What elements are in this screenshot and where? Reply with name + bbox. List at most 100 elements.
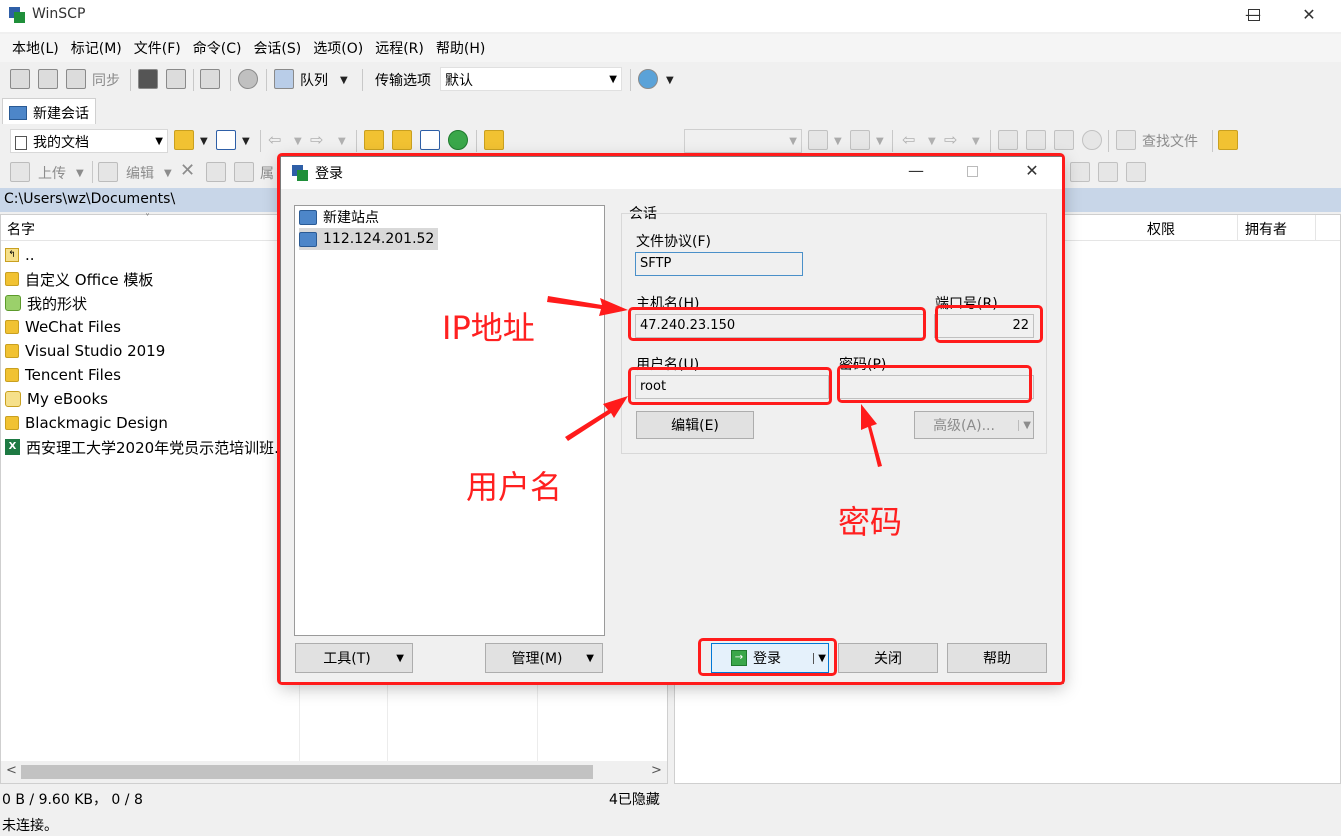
menu-remote[interactable]: 远程(R) <box>369 38 430 58</box>
parent-dir-icon[interactable] <box>364 130 384 150</box>
list-item[interactable]: WeChat Files <box>5 315 277 339</box>
home-icon[interactable] <box>1054 130 1074 150</box>
minus-icon[interactable] <box>1098 162 1118 182</box>
forward-icon[interactable]: ⇨ <box>310 130 323 149</box>
ebooks-folder-icon <box>5 391 21 407</box>
forward-icon[interactable]: ⇨ <box>944 130 957 149</box>
edit-icon[interactable] <box>98 162 118 182</box>
open-folder-icon[interactable] <box>174 130 194 150</box>
plus-icon[interactable] <box>1070 162 1090 182</box>
root-dir-icon[interactable] <box>392 130 412 150</box>
local-location-value: 我的文档 <box>33 135 89 151</box>
refresh-icon[interactable] <box>1082 130 1102 150</box>
compare-dirs-icon[interactable] <box>10 69 30 89</box>
close-window-button[interactable]: ✕ <box>1286 0 1332 32</box>
chevron-down-icon[interactable]: ▼ <box>164 168 172 179</box>
list-item[interactable]: Blackmagic Design <box>5 411 277 435</box>
menu-local[interactable]: 本地(L) <box>6 38 65 58</box>
column-name-header[interactable]: 名字 <box>7 219 35 239</box>
maximize-button[interactable] <box>1231 0 1277 32</box>
back-icon[interactable]: ⇦ <box>268 130 281 149</box>
sync-icon[interactable] <box>66 69 86 89</box>
file-name: 自定义 Office 模板 <box>25 270 154 289</box>
parent-dir-icon[interactable] <box>998 130 1018 150</box>
filter-icon[interactable] <box>850 130 870 150</box>
list-item[interactable]: ↰.. <box>5 243 277 267</box>
scroll-right-icon[interactable]: > <box>651 763 662 778</box>
remote-path-bar[interactable] <box>1060 188 1341 212</box>
chevron-down-icon[interactable]: ▼ <box>340 75 348 86</box>
keep-up-to-date-icon[interactable] <box>200 69 220 89</box>
chevron-down-icon[interactable]: ▼ <box>76 168 84 179</box>
transfer-settings-select[interactable]: 默认 ▼ <box>440 67 622 91</box>
folder-icon <box>5 368 19 382</box>
filter-icon[interactable] <box>216 130 236 150</box>
chevron-down-icon[interactable]: ▼ <box>242 136 250 147</box>
chevron-down-icon[interactable]: ▼ <box>666 75 674 86</box>
root-dir-icon[interactable] <box>1026 130 1046 150</box>
file-name: .. <box>25 246 35 264</box>
synchronize-browse-icon[interactable] <box>38 69 58 89</box>
upload-button[interactable]: 上传 <box>38 163 66 183</box>
edit-file-button[interactable]: 编辑 <box>126 163 154 183</box>
winscp-logo-icon <box>9 7 25 23</box>
status-bar-connection: 未连接。 <box>0 812 1341 836</box>
list-item[interactable]: Tencent Files <box>5 363 277 387</box>
excel-file-icon: X <box>5 439 20 455</box>
chevron-down-icon[interactable]: ▼ <box>972 136 980 147</box>
console-icon[interactable] <box>138 69 158 89</box>
chevron-down-icon[interactable]: ▼ <box>338 136 346 147</box>
local-location-select[interactable]: 我的文档 ▼ <box>10 129 168 153</box>
properties-icon[interactable] <box>234 162 254 182</box>
globe-icon[interactable] <box>638 69 658 89</box>
scrollbar-thumb[interactable] <box>21 765 593 779</box>
tree-toggle-icon[interactable] <box>484 130 504 150</box>
refresh-icon[interactable] <box>448 130 468 150</box>
list-item[interactable]: 我的形状 <box>5 291 277 315</box>
scroll-left-icon[interactable]: < <box>6 763 17 778</box>
list-item[interactable]: My eBooks <box>5 387 277 411</box>
queue-icon[interactable] <box>274 69 294 89</box>
menu-file[interactable]: 文件(F) <box>128 38 187 58</box>
filter-icon[interactable] <box>1126 162 1146 182</box>
back-icon[interactable]: ⇦ <box>902 130 915 149</box>
chevron-down-icon[interactable]: ▼ <box>928 136 936 147</box>
copy-session-icon[interactable] <box>166 69 186 89</box>
tree-toggle-icon[interactable] <box>1218 130 1238 150</box>
queue-button[interactable]: 队列 <box>300 70 328 90</box>
menu-mark[interactable]: 标记(M) <box>65 38 128 58</box>
rename-icon[interactable] <box>206 162 226 182</box>
list-item[interactable]: Visual Studio 2019 <box>5 339 277 363</box>
folder-icon <box>5 416 19 430</box>
gear-icon[interactable] <box>238 69 258 89</box>
tab-new-session[interactable]: 新建会话 <box>2 98 96 124</box>
column-owner-header[interactable]: 拥有者 <box>1245 219 1287 239</box>
open-folder-icon[interactable] <box>808 130 828 150</box>
local-selection-summary: 0 B / 9.60 KB， 0 / 8 <box>2 792 143 808</box>
menu-command[interactable]: 命令(C) <box>187 38 248 58</box>
find-files-button[interactable]: 查找文件 <box>1142 131 1198 151</box>
chevron-down-icon[interactable]: ▼ <box>876 136 884 147</box>
properties-button[interactable]: 属 <box>260 163 274 183</box>
chevron-down-icon[interactable]: ▼ <box>834 136 842 147</box>
upload-icon[interactable] <box>10 162 30 182</box>
annotation-password-box <box>837 365 1032 403</box>
delete-icon[interactable]: ✕ <box>180 160 195 181</box>
sync-button[interactable]: 同步 <box>92 70 120 90</box>
menu-help[interactable]: 帮助(H) <box>430 38 491 58</box>
chevron-down-icon[interactable]: ▼ <box>294 136 302 147</box>
menu-options[interactable]: 选项(O) <box>307 38 369 58</box>
horizontal-scrollbar[interactable]: < > <box>1 761 667 783</box>
list-item[interactable]: X 西安理工大学2020年党员示范培训班. <box>5 435 277 459</box>
connection-status: 未连接。 <box>2 818 58 834</box>
menu-session[interactable]: 会话(S) <box>247 38 307 58</box>
column-rights-header[interactable]: 权限 <box>1147 219 1175 239</box>
find-files-icon[interactable] <box>1116 130 1136 150</box>
chevron-down-icon[interactable]: ▼ <box>200 136 208 147</box>
remote-location-select[interactable]: ▼ <box>684 129 802 153</box>
list-item[interactable]: 自定义 Office 模板 <box>5 267 277 291</box>
file-name: Visual Studio 2019 <box>25 342 166 360</box>
home-icon[interactable] <box>420 130 440 150</box>
folder-icon <box>5 272 19 286</box>
title-bar: WinSCP — ✕ <box>0 0 1341 32</box>
